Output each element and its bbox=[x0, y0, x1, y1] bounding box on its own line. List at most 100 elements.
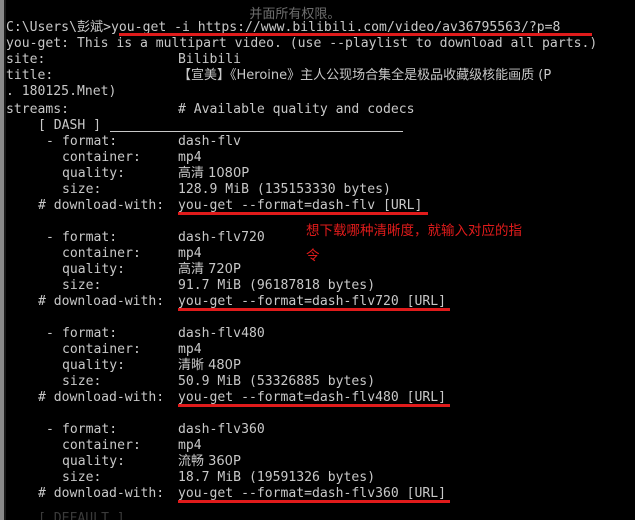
download-with-command-text: you-get --format=dash-flv720 [URL] bbox=[178, 294, 447, 309]
command-underline bbox=[119, 33, 592, 36]
format-label-text: format: bbox=[62, 134, 118, 149]
format-bullet-text: - bbox=[46, 230, 54, 245]
terminal-window[interactable]: 并面所有权限。 C:\Users\彭斌>you-get -i https://w… bbox=[0, 0, 635, 520]
format-label: format: bbox=[62, 422, 117, 438]
download-with-label-text: # download-with: bbox=[38, 294, 165, 309]
container-value-text: mp4 bbox=[178, 246, 202, 261]
format-value-text: dash-flv360 bbox=[178, 422, 265, 437]
download-with-command-text: you-get --format=dash-flv [URL] bbox=[178, 198, 423, 213]
red-annotation-text: 想下载哪种清晰度，就输入对应的指令 bbox=[306, 223, 522, 264]
clipped-top-text: 并面所有权限。 bbox=[249, 7, 341, 22]
streams-label: streams: bbox=[6, 102, 70, 117]
quality-value-text: 高清 720P bbox=[178, 262, 241, 277]
format-bullet: - bbox=[46, 422, 54, 438]
format-bullet-text: - bbox=[46, 326, 54, 341]
format-label: format: bbox=[62, 326, 117, 342]
container-value: mp4 bbox=[178, 150, 202, 166]
size-value-text: 50.9 MiB (53326885 bytes) bbox=[178, 374, 376, 389]
download-with-command-text: you-get --format=dash-flv480 [URL] bbox=[178, 390, 447, 405]
title-value-wrap: 【宣美】《Heroine》主人公现场合集全是极品收藏级核能画质 (P bbox=[178, 68, 551, 84]
red-annotation-note: 想下载哪种清晰度，就输入对应的指令 bbox=[306, 219, 531, 269]
download-with-label-text: # download-with: bbox=[38, 390, 165, 405]
download-with-label-text: # download-with: bbox=[38, 486, 165, 501]
quality-value-text: 高清 1080P bbox=[178, 166, 250, 181]
annotation-underline bbox=[178, 404, 450, 407]
size-label-text: size: bbox=[62, 278, 102, 293]
container-value-text: mp4 bbox=[178, 150, 202, 165]
quality-label-text: quality: bbox=[62, 166, 126, 181]
format-label-text: format: bbox=[62, 422, 118, 437]
container-label-text: container: bbox=[62, 150, 141, 165]
size-label-text: size: bbox=[62, 470, 102, 485]
quality-label: quality: bbox=[62, 166, 125, 182]
title-value: 【宣美】《Heroine》主人公现场合集全是极品收藏级核能画质 (P bbox=[178, 68, 552, 83]
site-line: site: bbox=[6, 52, 45, 68]
download-with-label: # download-with: bbox=[38, 390, 164, 406]
size-label: size: bbox=[62, 182, 101, 198]
size-value: 128.9 MiB (135153330 bytes) bbox=[178, 182, 391, 198]
container-label: container: bbox=[62, 342, 141, 358]
format-bullet-text: - bbox=[46, 134, 54, 149]
site-label: site: bbox=[6, 52, 46, 67]
format-value: dash-flv480 bbox=[178, 326, 265, 342]
streams-comment: # Available quality and codecs bbox=[178, 102, 415, 117]
streams-line: streams: bbox=[6, 102, 69, 118]
quality-value: 流畅 360P bbox=[178, 454, 241, 470]
size-label: size: bbox=[62, 374, 101, 390]
format-value: dash-flv bbox=[178, 134, 241, 150]
title-label: title: bbox=[6, 68, 54, 83]
size-value: 50.9 MiB (53326885 bytes) bbox=[178, 374, 375, 390]
annotation-underline bbox=[178, 212, 428, 215]
quality-label-text: quality: bbox=[62, 454, 126, 469]
clipped-bottom-text: [ DEFAULT ] bbox=[38, 511, 125, 520]
quality-value: 高清 1080P bbox=[178, 166, 249, 182]
format-value: dash-flv360 bbox=[178, 422, 265, 438]
container-value: mp4 bbox=[178, 438, 202, 454]
streams-comment-wrap: # Available quality and codecs bbox=[178, 102, 415, 118]
format-bullet: - bbox=[46, 326, 54, 342]
section-header-rule bbox=[110, 131, 403, 132]
quality-value: 高清 720P bbox=[178, 262, 241, 278]
site-value-wrap: Bilibili bbox=[178, 52, 241, 68]
quality-label-text: quality: bbox=[62, 262, 126, 277]
size-label-text: size: bbox=[62, 374, 102, 389]
format-bullet: - bbox=[46, 134, 54, 150]
size-value-text: 18.7 MiB (19591326 bytes) bbox=[178, 470, 376, 485]
clipped-bottom-line: [ DEFAULT ] bbox=[6, 511, 125, 520]
download-with-label: # download-with: bbox=[38, 198, 164, 214]
download-with-label: # download-with: bbox=[38, 486, 164, 502]
quality-label-text: quality: bbox=[62, 358, 126, 373]
title-value-wrap-text: . 180125.Mnet) bbox=[6, 84, 117, 99]
section-header-label: [ DASH ] bbox=[38, 118, 102, 133]
format-value-text: dash-flv480 bbox=[178, 326, 265, 341]
section-header-line: [ DASH ] bbox=[38, 118, 101, 134]
container-value: mp4 bbox=[178, 342, 202, 358]
download-with-command-text: you-get --format=dash-flv360 [URL] bbox=[178, 486, 447, 501]
format-bullet-text: - bbox=[46, 422, 54, 437]
format-label-text: format: bbox=[62, 230, 118, 245]
format-bullet: - bbox=[46, 230, 54, 246]
quality-label: quality: bbox=[62, 262, 125, 278]
quality-value-text: 流畅 360P bbox=[178, 454, 241, 469]
size-label: size: bbox=[62, 470, 101, 486]
quality-value: 清晰 480P bbox=[178, 358, 241, 374]
download-with-label-text: # download-with: bbox=[38, 198, 165, 213]
container-label-text: container: bbox=[62, 438, 141, 453]
size-value-text: 91.7 MiB (96187818 bytes) bbox=[178, 278, 376, 293]
container-value: mp4 bbox=[178, 246, 202, 262]
format-label-text: format: bbox=[62, 326, 118, 341]
container-value-text: mp4 bbox=[178, 342, 202, 357]
size-label-text: size: bbox=[62, 182, 102, 197]
container-label: container: bbox=[62, 438, 141, 454]
site-value: Bilibili bbox=[178, 52, 242, 67]
format-value-text: dash-flv720 bbox=[178, 230, 265, 245]
format-label: format: bbox=[62, 230, 117, 246]
container-label: container: bbox=[62, 150, 141, 166]
title-value-continuation: . 180125.Mnet) bbox=[6, 84, 116, 100]
format-value-text: dash-flv bbox=[178, 134, 242, 149]
quality-label: quality: bbox=[62, 358, 125, 374]
format-value: dash-flv720 bbox=[178, 230, 265, 246]
container-value-text: mp4 bbox=[178, 438, 202, 453]
container-label-text: container: bbox=[62, 342, 141, 357]
format-label: format: bbox=[62, 134, 117, 150]
